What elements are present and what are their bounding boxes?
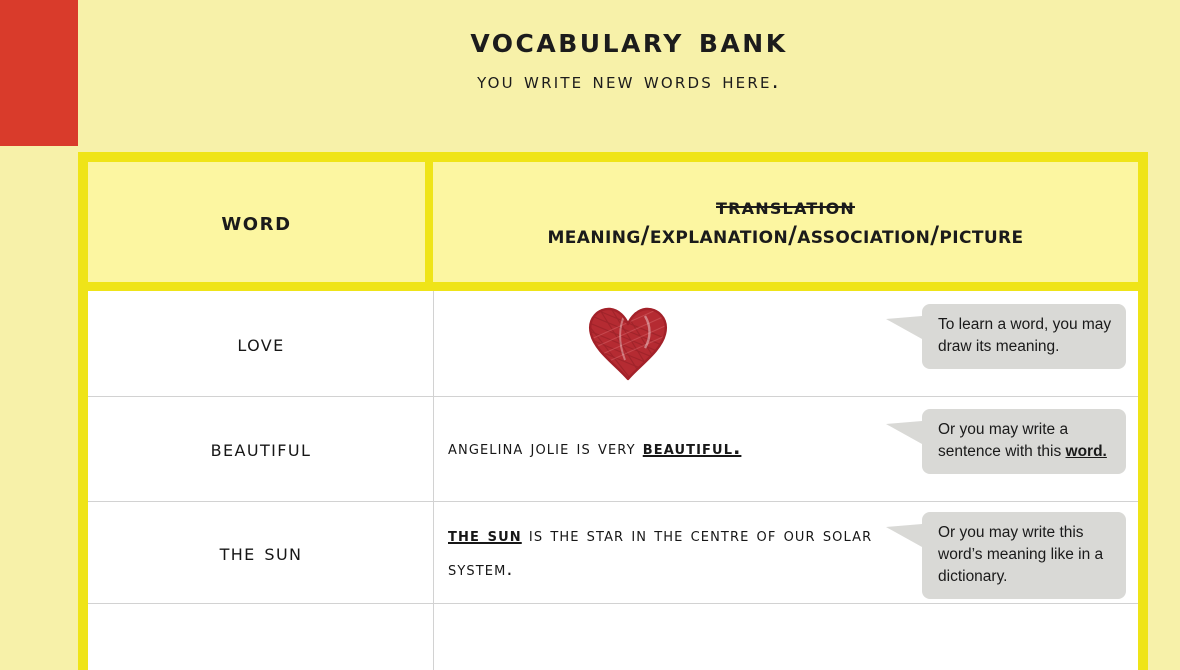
- heart-drawing-wrap: [448, 304, 878, 384]
- vocabulary-table: Word Translation Meaning/Explanation/Ass…: [78, 152, 1148, 670]
- cell-word[interactable]: [88, 604, 434, 669]
- callout-text: Or you may write a sentence with this wo…: [938, 421, 1107, 460]
- column-header-word-label: Word: [221, 207, 292, 237]
- meaning-prefix: Angelina Jolie is very: [448, 437, 643, 460]
- red-corner-accent: [0, 0, 78, 146]
- cell-meaning: Angelina Jolie is very beautiful. Or you…: [434, 397, 1138, 501]
- page-subtitle: You write new words here.: [477, 68, 781, 94]
- cell-meaning: To learn a word, you may draw its meanin…: [434, 291, 1138, 396]
- table-header-row: Word Translation Meaning/Explanation/Ass…: [88, 162, 1138, 282]
- column-header-meaning-label: Translation Meaning/Explanation/Associat…: [547, 194, 1023, 249]
- cell-meaning[interactable]: [434, 604, 1138, 669]
- meaning-value: The Sun is the star in the centre of our…: [448, 519, 878, 586]
- callout-bubble: Or you may write a sentence with this wo…: [886, 409, 1126, 474]
- column-header-meaning-text: Meaning/Explanation/Association/Picture: [547, 221, 1024, 250]
- callout-tail-icon: [886, 524, 922, 547]
- column-header-meaning: Translation Meaning/Explanation/Associat…: [433, 162, 1138, 282]
- hand-drawn-heart-icon: [589, 307, 667, 380]
- title-area: Vocabulary Bank You write new words here…: [78, 0, 1180, 152]
- callout-text: Or you may write this word’s meaning lik…: [938, 524, 1104, 585]
- callout-tail-icon: [886, 421, 922, 444]
- table-row[interactable]: [88, 604, 1138, 669]
- column-header-word: Word: [88, 162, 425, 282]
- cell-meaning: The Sun is the star in the centre of our…: [434, 502, 1138, 603]
- table-body: Love: [88, 291, 1138, 670]
- meaning-keyword: beautiful.: [642, 437, 742, 460]
- cell-word: The Sun: [88, 502, 434, 603]
- callout-bubble: Or you may write this word’s meaning lik…: [886, 512, 1126, 599]
- cell-word: Beautiful: [88, 397, 434, 501]
- word-value: The Sun: [219, 539, 303, 566]
- word-value: Love: [237, 330, 285, 357]
- callout-bubble: To learn a word, you may draw its meanin…: [886, 304, 1126, 369]
- table-row[interactable]: Beautiful Angelina Jolie is very beautif…: [88, 397, 1138, 502]
- callout-emphasis: word.: [1065, 443, 1107, 460]
- callout-text: To learn a word, you may draw its meanin…: [938, 316, 1112, 355]
- word-value: Beautiful: [210, 436, 312, 462]
- meaning-keyword: The Sun: [448, 524, 522, 547]
- cell-word: Love: [88, 291, 434, 396]
- meaning-value: Angelina Jolie is very beautiful.: [448, 432, 741, 465]
- table-row[interactable]: The Sun The Sun is the star in the centr…: [88, 502, 1138, 604]
- callout-tail-icon: [886, 316, 922, 339]
- table-row[interactable]: Love: [88, 291, 1138, 397]
- column-header-translation-struck: Translation: [716, 194, 855, 221]
- page-title: Vocabulary Bank: [470, 20, 788, 61]
